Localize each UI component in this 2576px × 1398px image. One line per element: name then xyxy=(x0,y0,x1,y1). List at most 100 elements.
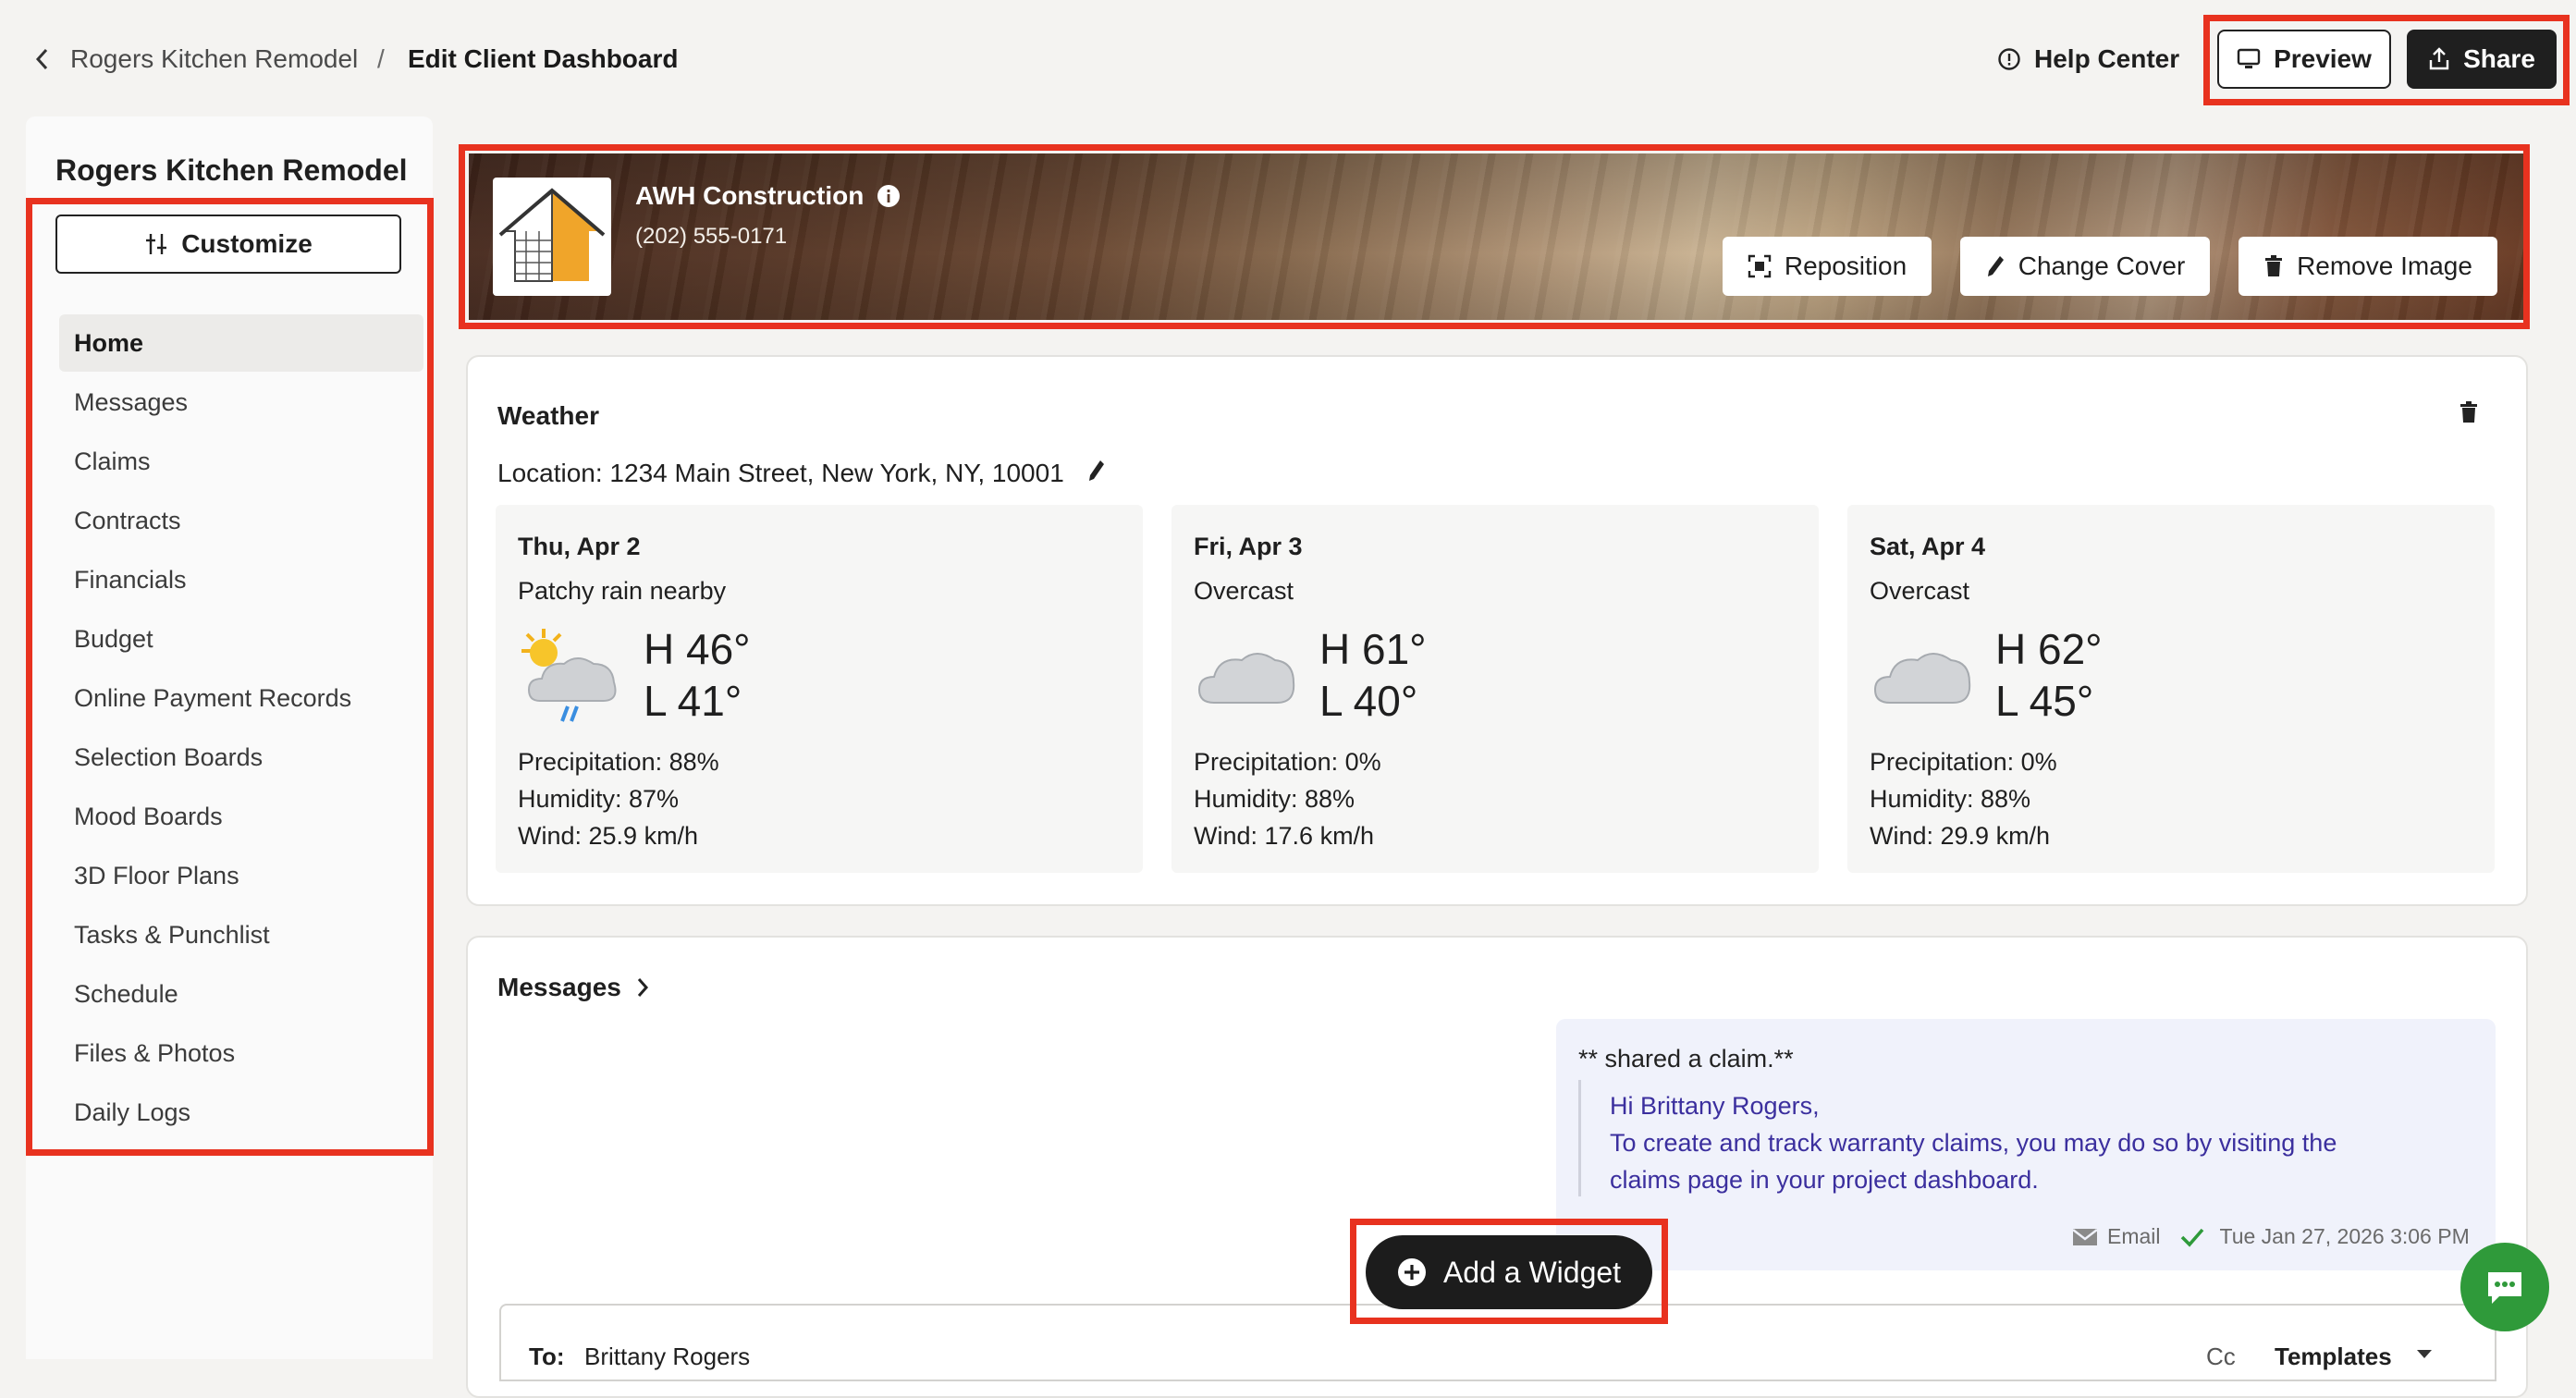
reposition-button[interactable]: Reposition xyxy=(1723,237,1932,296)
chat-bubble-icon xyxy=(2484,1269,2525,1306)
email-envelope-icon xyxy=(2072,1227,2098,1247)
message-channel: Email xyxy=(2107,1224,2161,1248)
sidebar-item-online-payment-records[interactable]: Online Payment Records xyxy=(59,669,423,727)
weather-day-card: Thu, Apr 2 Patchy rain nearby H 46° L 41… xyxy=(496,505,1143,873)
weather-day-date: Sat, Apr 4 xyxy=(1870,533,1986,560)
customize-label: Customize xyxy=(181,229,313,258)
company-logo xyxy=(493,178,611,296)
message-header: ** shared a claim.** xyxy=(1578,1045,1794,1073)
delivered-check-icon xyxy=(2179,1226,2205,1248)
message-bubble: ** shared a claim.** Hi Brittany Rogers,… xyxy=(1556,1019,2496,1270)
weather-day-temps: H 62° L 45° xyxy=(1995,623,2103,727)
remove-image-label: Remove Image xyxy=(2297,251,2472,280)
change-cover-button[interactable]: Change Cover xyxy=(1960,237,2210,296)
sidebar-item-messages[interactable]: Messages xyxy=(59,374,423,431)
sidebar-item-financials[interactable]: Financials xyxy=(59,551,423,608)
weather-day-condition: Overcast xyxy=(1870,577,1970,605)
weather-day-humidity: Humidity: 87% xyxy=(518,785,680,813)
company-phone: (202) 555-0171 xyxy=(635,224,788,249)
weather-day-low: L 41° xyxy=(644,677,742,725)
templates-dropdown[interactable]: Templates xyxy=(2275,1343,2392,1371)
sidebar-item-files-photos[interactable]: Files & Photos xyxy=(59,1024,423,1082)
message-body-line: To create and track warranty claims, you… xyxy=(1610,1129,2337,1157)
breadcrumb-parent-link[interactable]: Rogers Kitchen Remodel xyxy=(70,43,358,76)
sidebar-item-home[interactable]: Home xyxy=(59,314,423,372)
add-widget-button[interactable]: Add a Widget xyxy=(1366,1235,1652,1309)
help-center-label: Help Center xyxy=(2034,44,2180,73)
change-cover-label: Change Cover xyxy=(2018,251,2186,280)
cc-button[interactable]: Cc xyxy=(2206,1343,2236,1371)
monitor-icon xyxy=(2237,48,2261,70)
weather-day-card: Fri, Apr 3 Overcast H 61° L 40° Precipit… xyxy=(1171,505,1819,873)
share-label: Share xyxy=(2463,44,2535,73)
weather-day-high: H 61° xyxy=(1319,625,1427,673)
preview-label: Preview xyxy=(2274,44,2372,73)
pencil-icon xyxy=(1985,254,2006,278)
chat-launcher-button[interactable] xyxy=(2460,1243,2549,1331)
weather-location: Location: 1234 Main Street, New York, NY… xyxy=(497,459,1064,487)
breadcrumb-separator: / xyxy=(377,44,385,73)
cloud-icon xyxy=(1868,625,1975,727)
weather-day-wind: Wind: 25.9 km/h xyxy=(518,822,699,850)
sidebar-item-schedule[interactable]: Schedule xyxy=(59,965,423,1023)
weather-day-precip: Precipitation: 0% xyxy=(1870,748,2057,776)
weather-day-card: Sat, Apr 4 Overcast H 62° L 45° Precipit… xyxy=(1847,505,2495,873)
weather-day-condition: Patchy rain nearby xyxy=(518,577,727,605)
cloud-icon xyxy=(1192,625,1299,727)
sidebar-item-selection-boards[interactable]: Selection Boards xyxy=(59,729,423,786)
help-center-link[interactable]: Help Center xyxy=(1997,41,2179,78)
weather-day-stats: Precipitation: 88% Humidity: 87% Wind: 2… xyxy=(518,743,719,854)
weather-day-date: Thu, Apr 2 xyxy=(518,533,641,560)
message-body: Hi Brittany Rogers, To create and track … xyxy=(1610,1087,2337,1198)
company-name: AWH Construction xyxy=(635,181,901,211)
weather-day-wind: Wind: 29.9 km/h xyxy=(1870,822,2051,850)
customize-button[interactable]: Customize xyxy=(55,215,401,274)
weather-day-condition: Overcast xyxy=(1194,577,1294,605)
quote-bar xyxy=(1578,1080,1581,1196)
chevron-right-icon xyxy=(634,975,651,999)
company-name-label: AWH Construction xyxy=(635,181,865,210)
sidebar-item-daily-logs[interactable]: Daily Logs xyxy=(59,1084,423,1141)
message-greeting: Hi Brittany Rogers, xyxy=(1610,1092,1820,1120)
weather-day-high: H 62° xyxy=(1995,625,2103,673)
sidebar-item-tasks-punchlist[interactable]: Tasks & Punchlist xyxy=(59,906,423,963)
compose-to-label: To: xyxy=(529,1343,565,1370)
weather-day-date: Fri, Apr 3 xyxy=(1194,533,1303,560)
sidebar-item-contracts[interactable]: Contracts xyxy=(59,492,423,549)
sidebar-item-3d-floor-plans[interactable]: 3D Floor Plans xyxy=(59,847,423,904)
weather-day-low: L 45° xyxy=(1995,677,2094,725)
remove-image-button[interactable]: Remove Image xyxy=(2239,237,2497,296)
reposition-label: Reposition xyxy=(1784,251,1907,280)
info-icon[interactable] xyxy=(877,184,901,208)
delete-widget-icon[interactable] xyxy=(2459,401,2478,423)
weather-day-humidity: Humidity: 88% xyxy=(1194,785,1355,813)
edit-location-icon[interactable] xyxy=(1087,459,1106,483)
sidebar-project-title: Rogers Kitchen Remodel xyxy=(55,153,408,187)
weather-title: Weather xyxy=(497,401,599,430)
rain-cloud-sun-icon xyxy=(516,625,623,727)
sidebar-item-claims[interactable]: Claims xyxy=(59,433,423,490)
message-timestamp: Tue Jan 27, 2026 3:06 PM xyxy=(2219,1224,2470,1248)
caret-down-icon xyxy=(2417,1350,2432,1359)
sliders-icon xyxy=(144,231,168,257)
compose-to-recipient[interactable]: Brittany Rogers xyxy=(584,1343,750,1371)
back-chevron-icon[interactable] xyxy=(33,46,52,72)
reposition-icon xyxy=(1748,254,1772,278)
messages-title: Messages xyxy=(497,973,621,1001)
message-body-line: claims page in your project dashboard. xyxy=(1610,1166,2039,1194)
cover-banner: AWH Construction (202) 555-0171 Repositi… xyxy=(469,153,2524,320)
weather-day-stats: Precipitation: 0% Humidity: 88% Wind: 29… xyxy=(1870,743,2057,854)
preview-button[interactable]: Preview xyxy=(2217,30,2391,89)
sidebar: Rogers Kitchen Remodel Customize Home Me… xyxy=(26,116,433,1359)
sidebar-item-mood-boards[interactable]: Mood Boards xyxy=(59,788,423,845)
messages-title-link[interactable]: Messages xyxy=(497,973,651,1002)
weather-day-precip: Precipitation: 88% xyxy=(518,748,719,776)
share-button[interactable]: Share xyxy=(2407,30,2557,89)
weather-day-low: L 40° xyxy=(1319,677,1418,725)
sidebar-item-budget[interactable]: Budget xyxy=(59,610,423,668)
weather-day-temps: H 46° L 41° xyxy=(644,623,751,727)
weather-day-humidity: Humidity: 88% xyxy=(1870,785,2031,813)
message-meta: Email Tue Jan 27, 2026 3:06 PM xyxy=(2072,1224,2470,1249)
trash-icon xyxy=(2263,254,2284,278)
info-circle-icon xyxy=(1997,47,2021,71)
